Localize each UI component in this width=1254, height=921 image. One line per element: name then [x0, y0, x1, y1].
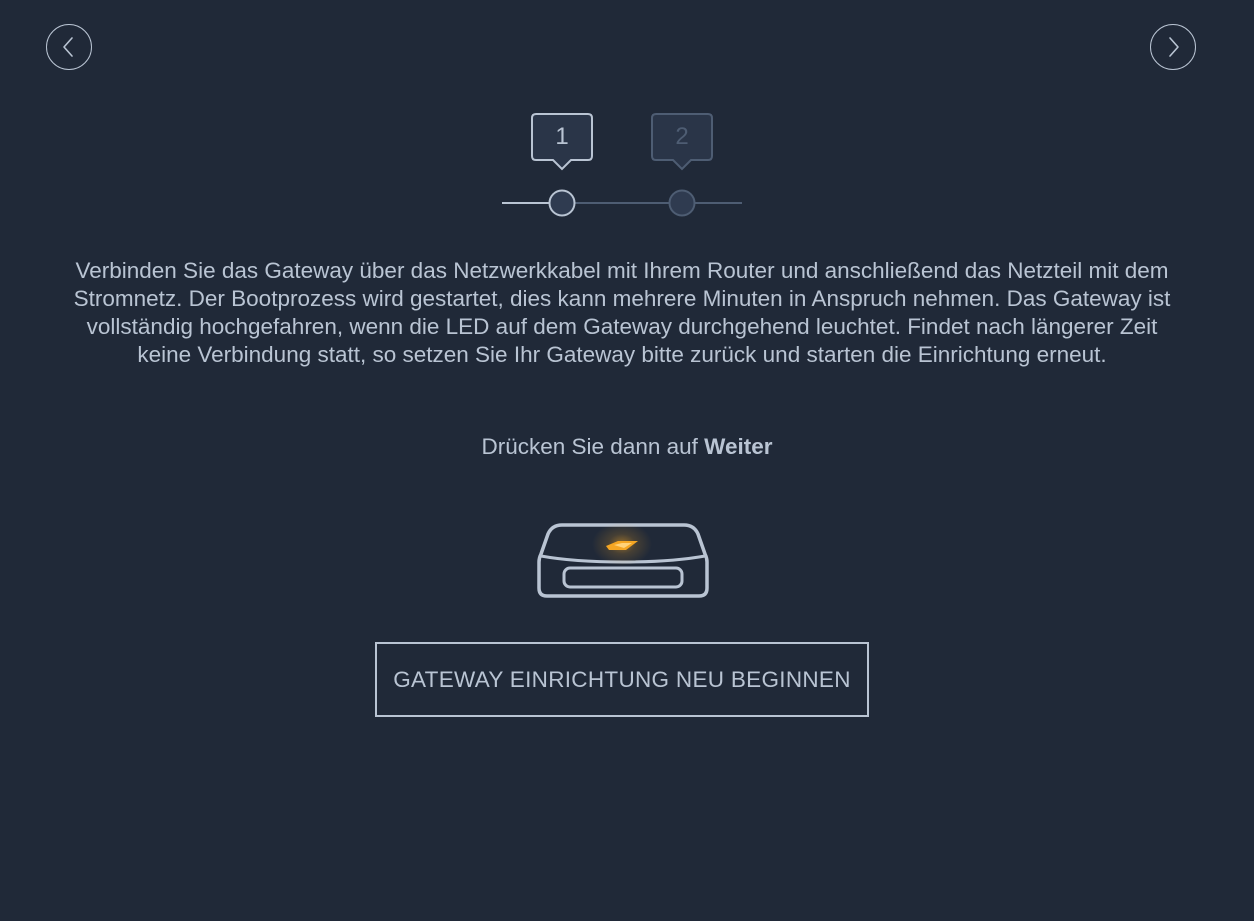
progress-stepper: 1 2: [0, 110, 1254, 220]
gateway-device-icon: [534, 512, 712, 602]
step-1-dot: [548, 189, 576, 217]
press-next-hint: Drücken Sie dann auf Weiter: [0, 433, 1254, 461]
step-1-label: 1: [555, 123, 569, 150]
chevron-left-icon: [63, 37, 73, 57]
step-2-label: 2: [675, 123, 689, 150]
chevron-right-icon: [1169, 37, 1179, 57]
step-2-dot: [668, 189, 696, 217]
press-next-emphasis: Weiter: [704, 434, 773, 459]
instructions-text: Verbinden Sie das Gateway über das Netzw…: [73, 258, 1171, 367]
press-next-prefix: Drücken Sie dann auf: [481, 434, 705, 459]
back-button[interactable]: [46, 24, 92, 70]
restart-setup-button[interactable]: GATEWAY EINRICHTUNG NEU BEGINNEN: [375, 642, 869, 717]
next-button[interactable]: [1150, 24, 1196, 70]
